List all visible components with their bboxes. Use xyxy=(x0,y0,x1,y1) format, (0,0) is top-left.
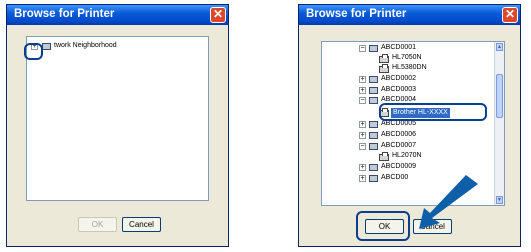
pointer-arrow-icon xyxy=(419,175,478,229)
